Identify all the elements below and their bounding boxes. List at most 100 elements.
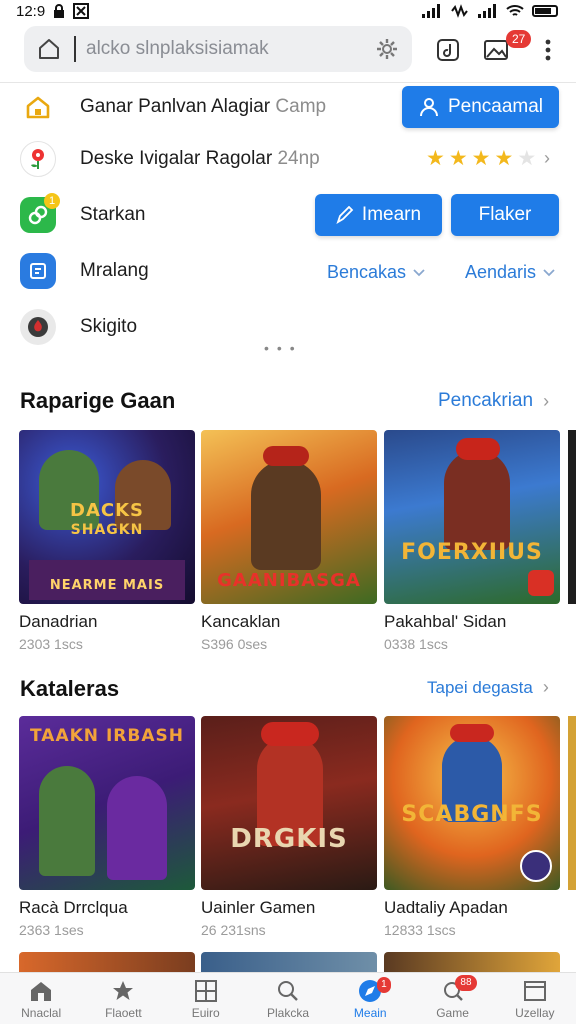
dropdown-link-2[interactable]: Aendaris [465,262,556,283]
address-text[interactable]: alcko slnplaksisiamak [86,38,374,60]
window-icon [522,978,548,1004]
star-empty-icon: ★ [517,147,537,170]
battery-icon [532,5,558,17]
game-meta: 0338 1scs [384,636,448,652]
more-dots[interactable]: ••• [264,340,303,356]
flaker-button[interactable]: Flaker [451,194,559,236]
grid-icon [193,978,219,1004]
image-tabs-icon[interactable]: 27 [482,30,532,64]
game-meta: 12833 1scs [384,922,456,938]
section-see-all-link[interactable]: Pencakrian › [438,390,549,412]
primary-action-button[interactable]: Pencaamal [402,86,559,128]
home-icon [28,978,54,1004]
cursor-caret [74,36,76,62]
lock-icon [54,4,65,18]
status-bar: 12:9 [0,0,576,22]
section-title: Kataleras [20,676,120,701]
nav-item-favorites[interactable]: Flaoett [82,973,164,1024]
gear-icon[interactable] [374,36,400,62]
tab-count-badge: 27 [506,30,532,48]
app-badge: 1 [44,193,60,209]
list-row-2[interactable]: Deske Ivigalar Ragolar 24np ★ ★ ★ ★ ★ › [0,134,576,184]
dropdown-link-1[interactable]: Bencakas [327,262,426,283]
chevron-right-icon: › [543,390,550,411]
row-label: Starkan [80,204,146,225]
list-row-3[interactable]: 1 Starkan Imearn Flaker [0,190,576,240]
player-avatar [520,850,552,882]
game-card[interactable]: GAANIBASGA Kancaklan S396 0ses [201,430,377,652]
user-icon [419,98,438,117]
row-label: Skigito [80,316,138,337]
game-thumbnail-partial[interactable] [19,952,195,972]
game-card[interactable]: TAAKN IRBASH Racà Drrclqua 2363 1ses [19,716,195,938]
section-title: Raparige Gaan [20,388,176,413]
wifi-icon [506,5,524,16]
star-icon: ★ [471,147,491,170]
game-title: Pakahbal' Sidan [384,612,507,631]
flame-app-icon [20,309,56,345]
game-meta: 2303 1scs [19,636,83,652]
card-peek [568,430,576,604]
game-thumbnail-partial[interactable] [384,952,560,972]
row-label: Ganar Panlvan Alagiar Camp [80,96,327,117]
nav-item-main[interactable]: 1 Meain [329,973,411,1024]
game-thumbnail-partial[interactable] [201,952,377,972]
rating-stars: ★ ★ ★ ★ ★ [426,146,536,171]
status-time: 12:9 [16,2,46,20]
nav-badge: 1 [377,977,391,993]
nav-badge: 88 [455,975,477,991]
list-row-1[interactable]: Ganar Panlvan Alagiar Camp Pencaamal [0,82,576,132]
game-thumbnail[interactable]: SCABGNFS [384,716,560,890]
document-app-icon [20,253,56,289]
list-row-4[interactable]: Mralang Bencakas Aendaris [0,246,576,296]
nav-item-search[interactable]: Plakcka [247,973,329,1024]
signal-icon [422,4,440,18]
nav-item-window[interactable]: Uzellay [494,973,576,1024]
browser-toolbar: alcko slnplaksisiamak 27 [0,26,576,78]
search-icon [275,978,301,1004]
notification-icon [73,3,90,19]
game-thumbnail[interactable]: GAANIBASGA [201,430,377,604]
learn-button[interactable]: Imearn [315,194,442,236]
address-bar[interactable]: alcko slnplaksisiamak [24,26,412,72]
game-meta: S396 0ses [201,636,268,652]
game-card[interactable]: DACKS SHAGKN NEARME MAIS Danadrian 2303 … [19,430,195,652]
game-thumbnail[interactable]: FOERXIIUS [384,430,560,604]
flower-app-icon [20,141,56,177]
bottom-navigation: Nnaclal Flaoett Euiro Plakcka 1 Meain 88… [0,972,576,1024]
section-see-all-link[interactable]: Tapei degasta › [427,677,549,698]
game-card[interactable]: SCABGNFS Uadtaliy Apadan 12833 1scs [384,716,560,938]
nav-item-grid[interactable]: Euiro [165,973,247,1024]
home-icon [20,89,56,125]
card-peek [568,716,576,890]
game-badge-icon [528,570,554,596]
game-meta: 2363 1ses [19,922,84,938]
game-meta: 26 231sns [201,922,266,938]
share-icon[interactable] [434,36,462,64]
star-icon: ★ [426,147,445,170]
game-thumbnail[interactable]: DRGKIS [201,716,377,890]
pen-icon [336,206,354,224]
signal-icon-2 [478,4,496,18]
game-card[interactable]: FOERXIIUS Pakahbal' Sidan 0338 1scs [384,430,560,652]
nav-item-home[interactable]: Nnaclal [0,973,82,1024]
row-label: Mralang [80,260,149,281]
star-icon: ★ [448,147,468,170]
game-title: Uainler Gamen [201,898,316,917]
row-label: Deske Ivigalar Ragolar 24np [80,148,320,169]
game-title: Uadtaliy Apadan [384,898,508,917]
nav-item-game[interactable]: 88 Game [411,973,493,1024]
chevron-right-icon[interactable]: › [544,148,550,169]
chevron-down-icon [543,268,555,276]
link-app-icon: 1 [20,193,60,233]
star-icon [110,978,136,1004]
more-menu-icon[interactable] [538,36,558,64]
game-title: Racà Drrclqua [19,898,128,917]
home-icon[interactable] [36,36,62,62]
game-card[interactable]: DRGKIS Uainler Gamen 26 231sns [201,716,377,938]
game-title: Kancaklan [201,612,281,631]
chevron-right-icon: › [542,677,549,697]
game-thumbnail[interactable]: DACKS SHAGKN NEARME MAIS [19,430,195,604]
game-thumbnail[interactable]: TAAKN IRBASH [19,716,195,890]
game-title: Danadrian [19,612,98,631]
